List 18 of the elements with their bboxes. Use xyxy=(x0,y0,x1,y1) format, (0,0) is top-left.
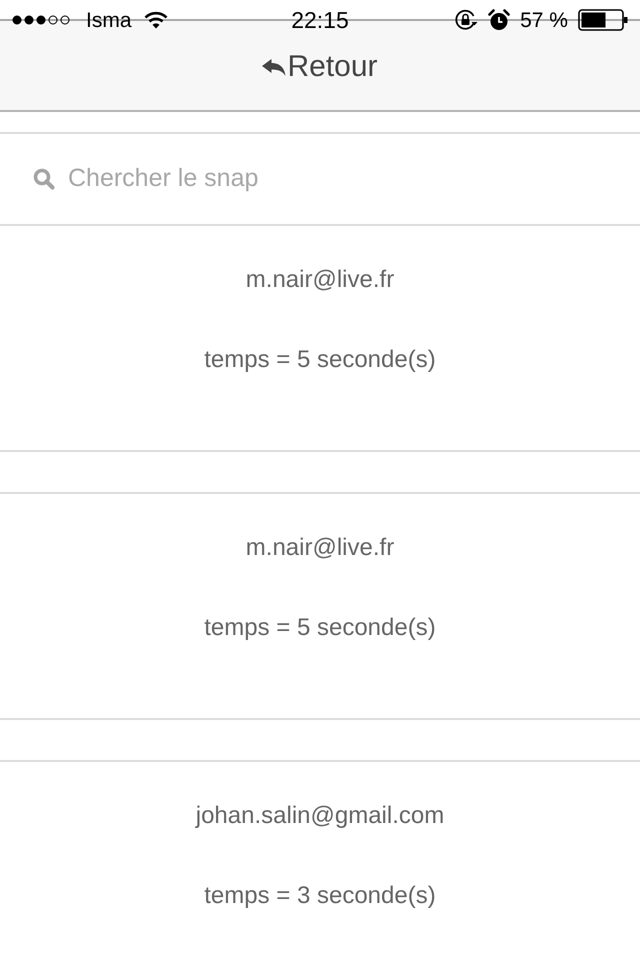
search-field[interactable]: Chercher le snap xyxy=(68,160,624,198)
search-icon xyxy=(33,168,55,190)
sender-email: johan.salin@gmail.com xyxy=(196,802,444,830)
battery-percentage: 57 % xyxy=(520,10,568,30)
back-arrow-icon xyxy=(262,58,286,76)
sender-email: m.nair@live.fr xyxy=(246,266,394,294)
clock-time: 22:15 xyxy=(291,8,349,32)
sender-email: m.nair@live.fr xyxy=(246,534,394,562)
wifi-icon xyxy=(144,11,168,29)
battery-icon xyxy=(578,9,628,31)
duration-text: temps = 5 seconde(s) xyxy=(204,614,436,642)
duration-text: temps = 3 seconde(s) xyxy=(204,882,436,910)
duration-text: temps = 5 seconde(s) xyxy=(204,346,436,374)
snap-card[interactable]: m.nair@live.fr temps = 5 seconde(s) xyxy=(0,492,640,720)
orientation-lock-icon xyxy=(454,9,478,31)
alarm-clock-icon xyxy=(488,9,510,31)
carrier-name: Isma xyxy=(86,10,132,30)
back-button[interactable]: Retour xyxy=(262,52,378,82)
